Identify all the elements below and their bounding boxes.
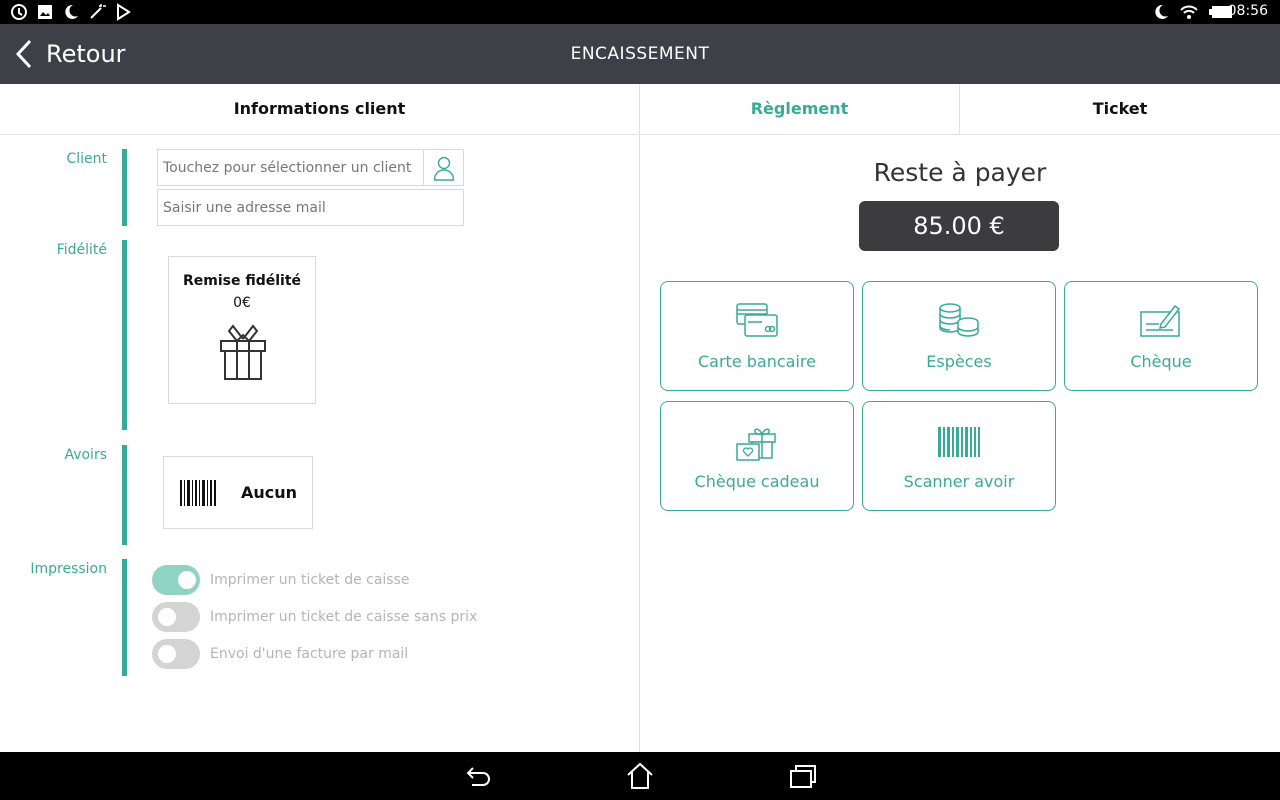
sync-icon [11, 4, 27, 20]
section-label-impression: Impression [30, 561, 107, 577]
recents-nav-icon[interactable] [788, 762, 818, 790]
print-ticket-label: Imprimer un ticket de caisse [210, 572, 410, 588]
page-title: ENCAISSEMENT [570, 44, 710, 64]
pay-cash-button[interactable]: Espèces [862, 281, 1056, 391]
pay-gift-cheque-label: Chèque cadeau [694, 472, 820, 491]
barcode-icon [180, 480, 216, 506]
scan-credit-note-label: Scanner avoir [903, 472, 1015, 491]
email-invoice-label: Envoi d'une facture par mail [210, 646, 409, 662]
toggle-knob [158, 645, 176, 663]
back-nav-icon[interactable] [464, 762, 494, 790]
section-bar-client [122, 149, 127, 226]
image-icon [38, 5, 52, 19]
client-select-input[interactable] [158, 150, 423, 185]
loyalty-title: Remise fidélité [182, 273, 302, 289]
wifi-icon [1180, 5, 1198, 19]
section-bar-impression [122, 559, 127, 676]
loyalty-value: 0€ [233, 295, 251, 311]
barcode-icon [938, 427, 980, 457]
coins-icon [939, 303, 979, 337]
tab-informations-client[interactable]: Informations client [0, 84, 639, 134]
pay-card-button[interactable]: Carte bancaire [660, 281, 854, 391]
toggle-knob [178, 571, 196, 589]
cheque-icon [1140, 304, 1181, 337]
print-option-row: Envoi d'une facture par mail [152, 639, 408, 669]
screen: 08:56 ENCAISSEMENT Retour Informations c… [0, 0, 1280, 800]
loyalty-discount-card[interactable]: Remise fidélité 0€ [168, 256, 316, 404]
system-nav-bar [0, 752, 1280, 800]
section-label-client: Client [66, 151, 107, 167]
credit-notes-card[interactable]: Aucun [163, 456, 313, 529]
credit-notes-value: Aucun [241, 483, 298, 502]
print-ticket-no-price-label: Imprimer un ticket de caisse sans prix [210, 609, 478, 625]
magic-wand-icon [90, 4, 106, 19]
scan-credit-note-button[interactable]: Scanner avoir [862, 401, 1056, 511]
amount-due: 85.00 € [859, 201, 1059, 251]
gift-card-icon [736, 428, 776, 461]
play-store-icon [117, 3, 131, 21]
pay-gift-cheque-button[interactable]: Chèque cadeau [660, 401, 854, 511]
panel-divider [639, 135, 640, 752]
pay-cheque-label: Chèque [1130, 352, 1192, 371]
user-icon [433, 156, 454, 181]
pay-cheque-button[interactable]: Chèque [1064, 281, 1258, 391]
moon-icon [1155, 4, 1168, 19]
moon-icon [65, 4, 78, 19]
home-nav-icon[interactable] [625, 762, 655, 790]
email-input[interactable] [158, 190, 463, 225]
section-bar-fidelite [122, 240, 127, 430]
section-label-fidelite: Fidélité [56, 242, 107, 258]
section-label-avoirs: Avoirs [64, 447, 107, 463]
print-ticket-toggle[interactable] [152, 565, 200, 595]
clock: 08:56 [1227, 3, 1268, 19]
email-field[interactable] [157, 189, 464, 226]
print-option-row: Imprimer un ticket de caisse sans prix [152, 602, 477, 632]
chevron-left-icon [15, 39, 32, 69]
tab-bar: Informations client Règlement Ticket [0, 84, 1280, 135]
back-button[interactable]: Retour [12, 24, 126, 84]
email-invoice-toggle[interactable] [152, 639, 200, 669]
pay-card-label: Carte bancaire [698, 352, 816, 371]
tab-reglement[interactable]: Règlement [640, 84, 959, 134]
tab-ticket[interactable]: Ticket [960, 84, 1280, 134]
status-bar: 08:56 [0, 0, 1280, 24]
app-header: ENCAISSEMENT Retour [0, 24, 1280, 84]
credit-card-icon [736, 303, 778, 337]
client-select-field[interactable] [157, 149, 464, 186]
pay-cash-label: Espèces [926, 352, 992, 371]
toggle-knob [158, 608, 176, 626]
remaining-label: Reste à payer [873, 158, 1047, 187]
select-client-button[interactable] [423, 150, 463, 185]
back-label: Retour [46, 40, 126, 68]
print-option-row: Imprimer un ticket de caisse [152, 565, 410, 595]
section-bar-avoirs [122, 445, 127, 545]
gift-icon [220, 324, 266, 380]
print-ticket-no-price-toggle[interactable] [152, 602, 200, 632]
